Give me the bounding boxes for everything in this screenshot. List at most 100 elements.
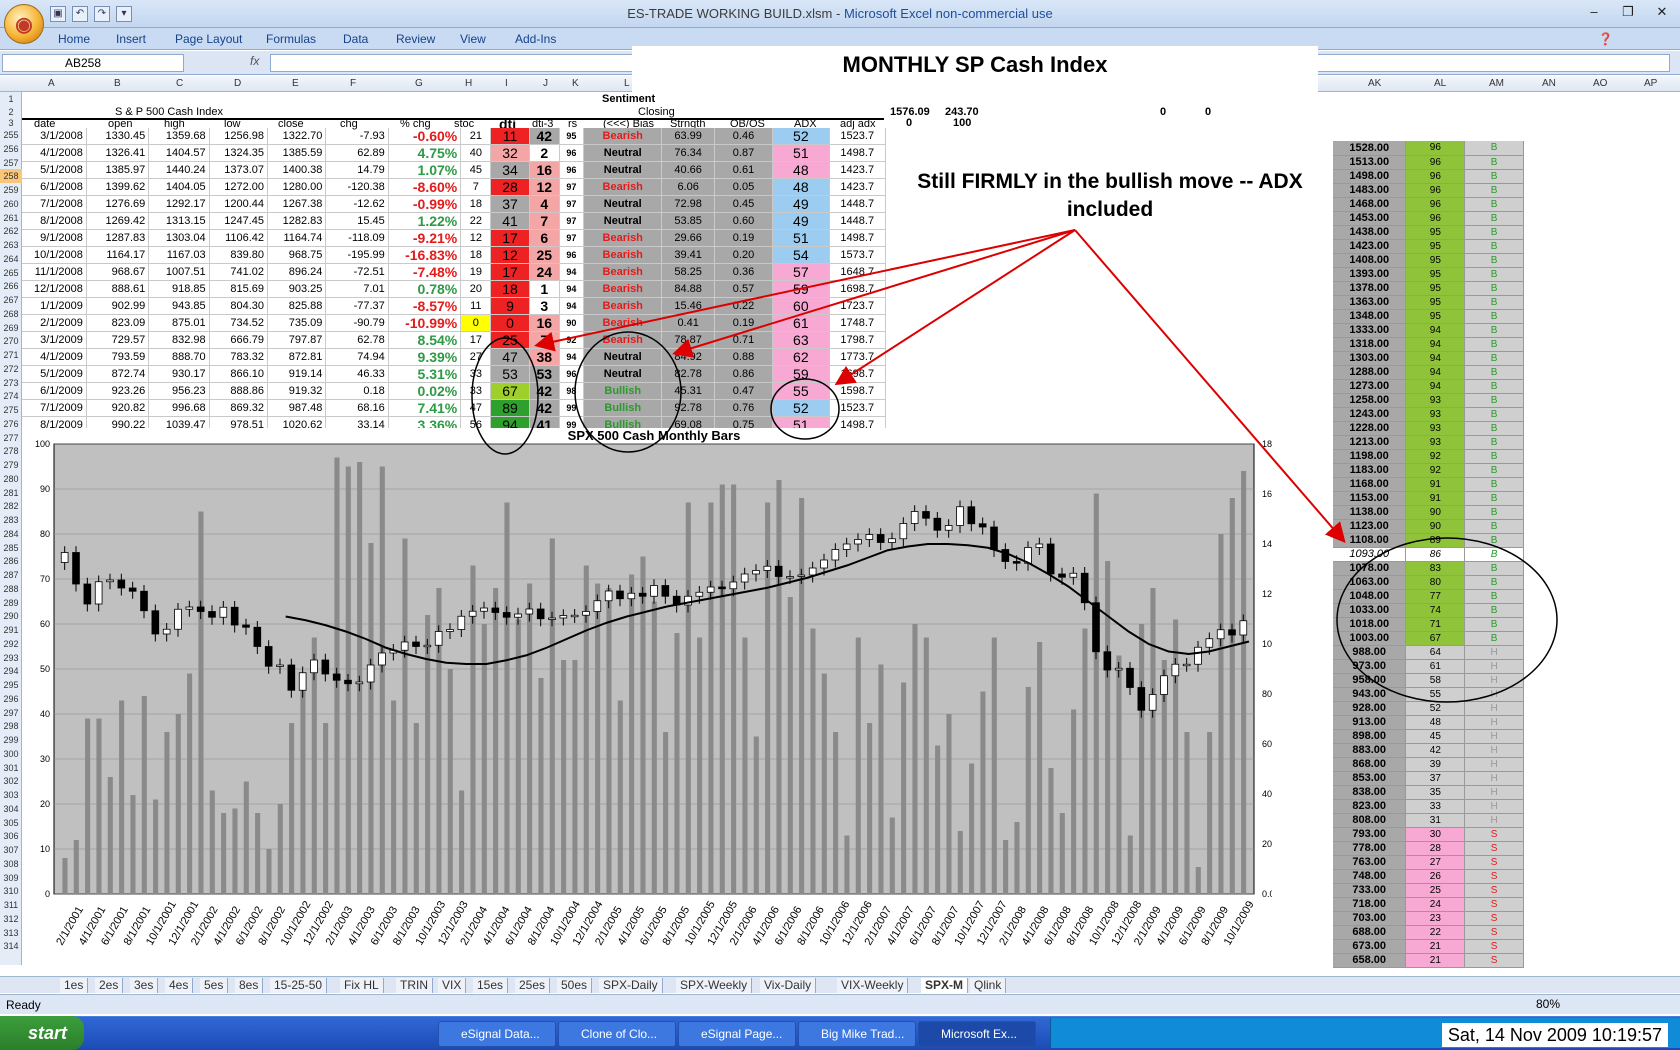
level-score[interactable]: 91 [1405,477,1466,492]
level-signal[interactable]: H [1464,813,1524,828]
level-score[interactable]: 93 [1405,393,1466,408]
cell-dti3[interactable]: 1 [529,280,560,298]
level-score[interactable]: 95 [1405,239,1466,254]
level-signal[interactable]: B [1464,309,1524,324]
row-header[interactable]: 298 [0,719,22,733]
row-header[interactable]: 255 [0,128,22,142]
row-header[interactable]: 273 [0,376,22,390]
cell-chg[interactable]: 46.33 [325,365,389,383]
level-signal[interactable]: B [1464,141,1524,156]
cell-adj[interactable]: 1773.7 [829,348,887,366]
cell-chg[interactable]: -7.93 [325,128,389,145]
row-header[interactable]: 305 [0,816,22,830]
cell-close[interactable]: 919.32 [267,382,327,400]
cell-date[interactable]: 5/1/2009 [22,365,87,383]
level-score[interactable]: 96 [1405,169,1466,184]
cell-chg[interactable]: 68.16 [325,399,389,417]
row-header[interactable]: 287 [0,568,22,582]
cell-dti3[interactable]: 3 [529,297,560,315]
cell-bias[interactable]: Bearish [583,229,663,247]
level-signal[interactable]: H [1464,645,1524,660]
cell-low[interactable]: 783.32 [209,348,269,366]
cell-rs[interactable]: 97 [559,229,584,247]
cell-low[interactable]: 734.52 [209,314,269,332]
level-score[interactable]: 25 [1405,883,1466,898]
insert-function-icon[interactable]: fx [250,54,259,68]
cell-dti3[interactable]: 53 [529,365,560,383]
level-price[interactable]: 898.00 [1333,729,1407,744]
cell-dti3[interactable]: 7 [529,331,560,349]
cell-dti[interactable]: 41 [490,212,530,230]
cell-open[interactable]: 1399.62 [86,178,150,196]
row-header[interactable]: 279 [0,458,22,472]
level-score[interactable]: 23 [1405,911,1466,926]
cell-low[interactable]: 1373.07 [209,161,269,179]
level-price[interactable]: 883.00 [1333,743,1407,758]
row-header[interactable]: 301 [0,761,22,775]
level-price[interactable]: 1123.00 [1333,519,1407,534]
cell-adj[interactable]: 1423.7 [829,178,887,196]
cell-high[interactable]: 1007.51 [148,263,210,281]
row-header[interactable]: 304 [0,802,22,816]
cell-open[interactable]: 923.26 [86,382,150,400]
cell-close[interactable]: 896.24 [267,263,327,281]
row-header[interactable]: 260 [0,197,22,211]
level-price[interactable]: 733.00 [1333,883,1407,898]
cell-dti3[interactable]: 38 [529,348,560,366]
cell-high[interactable]: 930.17 [148,365,210,383]
row-header[interactable]: 293 [0,651,22,665]
zoom-level[interactable]: 80% [1536,994,1560,1014]
restore-icon[interactable]: ❐ [1616,4,1640,22]
cell-rs[interactable]: 97 [559,178,584,196]
level-signal[interactable]: B [1464,267,1524,282]
row-header[interactable]: 269 [0,321,22,335]
cell-adj[interactable]: 1573.7 [829,246,887,264]
office-button-icon[interactable]: ◉ [4,4,44,44]
cell-dti[interactable]: 25 [490,331,530,349]
cell-adx[interactable]: 57 [772,263,830,281]
row-header[interactable]: 256 [0,142,22,156]
start-button[interactable]: start [0,1016,84,1050]
cell-stoc[interactable]: 27 [460,348,492,366]
cell-str[interactable]: 40.66 [661,161,715,179]
level-signal[interactable]: B [1464,295,1524,310]
cell-obos[interactable]: 0.36 [714,263,774,281]
level-price[interactable]: 1408.00 [1333,253,1407,268]
level-score[interactable]: 96 [1405,141,1466,156]
level-score[interactable]: 28 [1405,841,1466,856]
cell-adx[interactable]: 60 [772,297,830,315]
sheet-tab[interactable]: 1es [60,978,89,993]
level-signal[interactable]: B [1464,169,1524,184]
cell-bias[interactable]: Bearish [583,128,663,145]
cell-pct[interactable]: -8.60% [388,178,462,196]
cell-stoc[interactable]: 19 [460,263,492,281]
cell-rs[interactable]: 97 [559,195,584,213]
cell-adj[interactable]: 1698.7 [829,280,887,298]
level-price[interactable]: 1108.00 [1333,533,1407,548]
cell-adj[interactable]: 1698.7 [829,365,887,383]
cell-rs[interactable]: 99 [559,399,584,417]
cell-dti[interactable]: 17 [490,263,530,281]
cell-open[interactable]: 1276.69 [86,195,150,213]
cell-rs[interactable]: 94 [559,263,584,281]
cell-bias[interactable]: Bullish [583,399,663,417]
cell-stoc[interactable]: 21 [460,128,492,145]
level-score[interactable]: 95 [1405,267,1466,282]
row-header[interactable]: 292 [0,637,22,651]
level-score[interactable]: 22 [1405,925,1466,940]
cell-bias[interactable]: Neutral [583,212,663,230]
cell-open[interactable]: 1164.17 [86,246,150,264]
tab-data[interactable]: Data [343,32,368,46]
cell-str[interactable]: 78.87 [661,331,715,349]
column-header[interactable]: I [505,78,508,89]
cell-bias[interactable]: Neutral [583,365,663,383]
cell-high[interactable]: 1313.15 [148,212,210,230]
cell-close[interactable]: 1282.83 [267,212,327,230]
row-header[interactable]: 297 [0,706,22,720]
level-score[interactable]: 64 [1405,645,1466,660]
cell-open[interactable]: 872.74 [86,365,150,383]
cell-rs[interactable]: 94 [559,280,584,298]
cell-close[interactable]: 1267.38 [267,195,327,213]
level-price[interactable]: 988.00 [1333,645,1407,660]
cell-low[interactable]: 815.69 [209,280,269,298]
